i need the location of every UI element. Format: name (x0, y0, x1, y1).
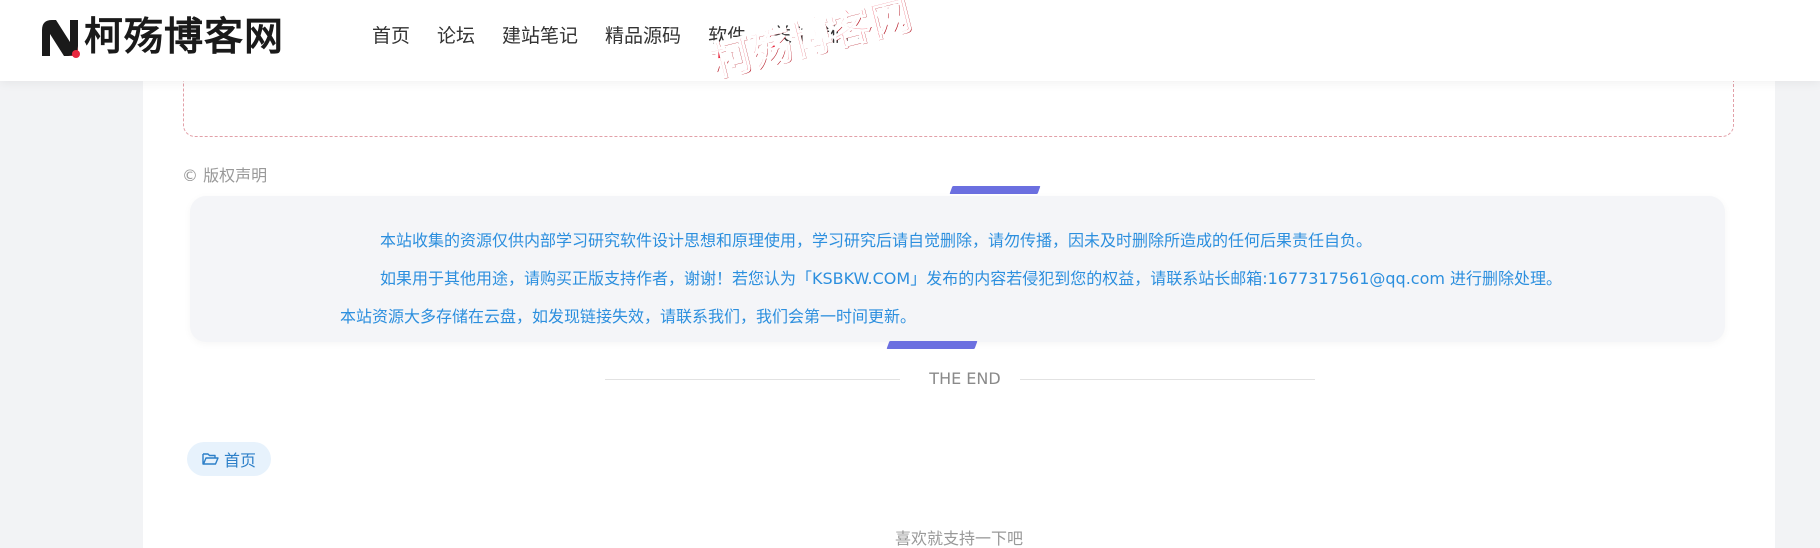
nav-item-site-notes[interactable]: 建站笔记 (502, 20, 578, 52)
accent-bar-bottom (886, 341, 978, 349)
logo-n-icon (38, 16, 82, 60)
notice-line-2: 如果用于其他用途，请购买正版支持作者，谢谢！若您认为「KSBKW.COM」发布的… (380, 269, 1563, 288)
divider-line-left (605, 379, 900, 380)
nav-item-source-code[interactable]: 精品源码 (605, 20, 681, 52)
logo-text: 柯殇博客网 (84, 15, 285, 60)
category-tag-home[interactable]: 首页 (187, 442, 272, 476)
site-logo[interactable]: 柯殇博客网 (38, 14, 284, 62)
divider-line-right (1020, 379, 1315, 380)
accent-bar-top (949, 186, 1041, 194)
the-end-divider: THE END (605, 368, 1315, 390)
article-card: © 版权声明 本站收集的资源仅供内部学习研究软件设计思想和原理使用，学习研究后请… (143, 71, 1775, 548)
support-text: 喜欢就支持一下吧 (894, 529, 1023, 548)
category-tag-label: 首页 (224, 451, 257, 470)
nav-item-home[interactable]: 首页 (372, 20, 410, 52)
nav-item-forum[interactable]: 论坛 (437, 20, 475, 52)
notice-line-3: 本站资源大多存储在云盘，如发现链接失效，请联系我们，我们会第一时间更新。 (340, 307, 917, 326)
the-end-text: THE END (929, 369, 1001, 388)
copyright-label: © 版权声明 (182, 166, 268, 185)
folder-open-icon (202, 453, 219, 465)
copyright-notice-box: 本站收集的资源仅供内部学习研究软件设计思想和原理使用，学习研究后请自觉删除，请勿… (190, 196, 1725, 342)
notice-line-1: 本站收集的资源仅供内部学习研究软件设计思想和原理使用，学习研究后请自觉删除，请勿… (380, 231, 1373, 250)
